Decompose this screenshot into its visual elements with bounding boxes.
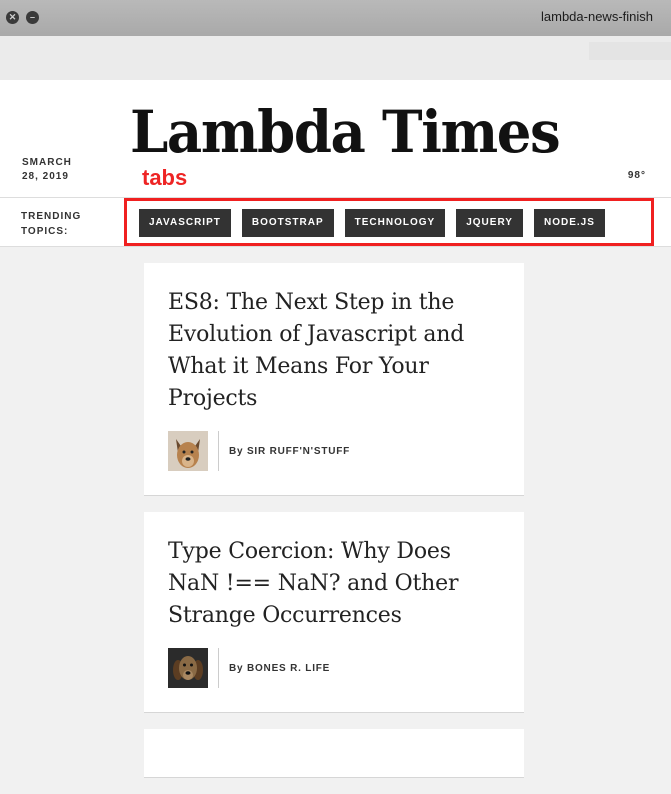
article-headline: ES8: The Next Step in the Evolution of J…: [168, 290, 465, 411]
tab-bootstrap[interactable]: BOOTSTRAP: [241, 209, 334, 237]
article-card-partial[interactable]: [144, 729, 524, 778]
window-title: lambda-news-finish: [541, 9, 653, 24]
window-titlebar: ✕ – lambda-news-finish: [0, 0, 671, 36]
tabs-annotation-label: tabs: [142, 165, 188, 190]
author-row: By BONES R. LIFE: [168, 648, 500, 688]
author-row: By SIR RUFF'N'STUFF: [168, 431, 500, 471]
browser-gap: [0, 36, 671, 80]
topic-tabs: JAVASCRIPT BOOTSTRAP TECHNOLOGY JQUERY N…: [139, 209, 605, 237]
header-temperature: 98°: [627, 170, 646, 181]
window-minimize-icon[interactable]: –: [26, 11, 39, 24]
cards-container: ES8: The Next Step in the Evolution of J…: [144, 263, 524, 794]
author-divider: [218, 431, 219, 471]
trending-topics-title: TRENDING TOPICS:: [21, 211, 82, 237]
author-byline: By SIR RUFF'N'STUFF: [229, 445, 351, 457]
author-byline: By BONES R. LIFE: [229, 662, 331, 674]
article-card[interactable]: Type Coercion: Why Does NaN !== NaN? and…: [144, 512, 524, 713]
tab-technology[interactable]: TECHNOLOGY: [344, 209, 446, 237]
article-card[interactable]: ES8: The Next Step in the Evolution of J…: [144, 263, 524, 496]
tab-javascript[interactable]: JAVASCRIPT: [139, 209, 231, 237]
header-date: SMARCH 28, 2019: [22, 157, 72, 182]
topics-bar: TRENDING TOPICS: JAVASCRIPT BOOTSTRAP TE…: [0, 197, 671, 247]
window-close-icon[interactable]: ✕: [6, 11, 19, 24]
dog-avatar-icon: [168, 431, 208, 471]
article-headline: Type Coercion: Why Does NaN !== NaN? and…: [168, 539, 459, 628]
browser-gap-right: [589, 42, 671, 60]
page-header: SMARCH 28, 2019 Lambda Times 98°: [0, 80, 671, 197]
dog-avatar-icon: [168, 648, 208, 688]
masthead-title: Lambda Times: [130, 98, 561, 166]
tab-jquery[interactable]: JQUERY: [456, 209, 523, 237]
author-divider: [218, 648, 219, 688]
tab-nodejs[interactable]: NODE.JS: [533, 209, 605, 237]
